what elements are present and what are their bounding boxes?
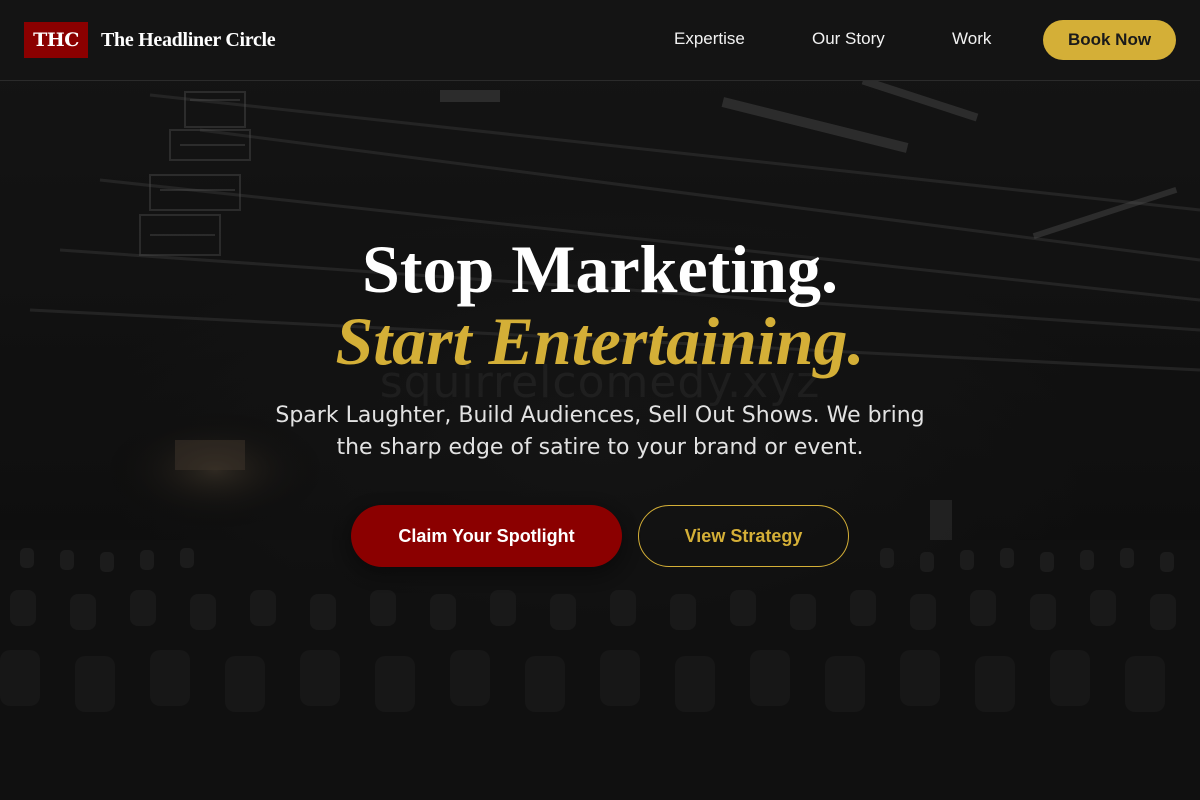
book-now-button[interactable]: Book Now (1043, 20, 1176, 60)
nav-link-expertise[interactable]: Expertise (674, 29, 745, 49)
logo-badge[interactable]: THC (24, 22, 88, 58)
nav-link-our-story[interactable]: Our Story (812, 29, 885, 49)
top-navigation-bar: THC The Headliner Circle Expertise Our S… (0, 0, 1200, 81)
hero-subtitle: Spark Laughter, Build Audiences, Sell Ou… (275, 403, 925, 460)
nav-link-work[interactable]: Work (952, 29, 991, 49)
hero-title-line-1: Stop Marketing. (362, 231, 838, 307)
brand-name[interactable]: The Headliner Circle (101, 28, 276, 52)
view-strategy-button[interactable]: View Strategy (638, 505, 849, 567)
claim-your-spotlight-button[interactable]: Claim Your Spotlight (351, 505, 622, 567)
hero-title-line-2: Start Entertaining. (335, 303, 865, 379)
